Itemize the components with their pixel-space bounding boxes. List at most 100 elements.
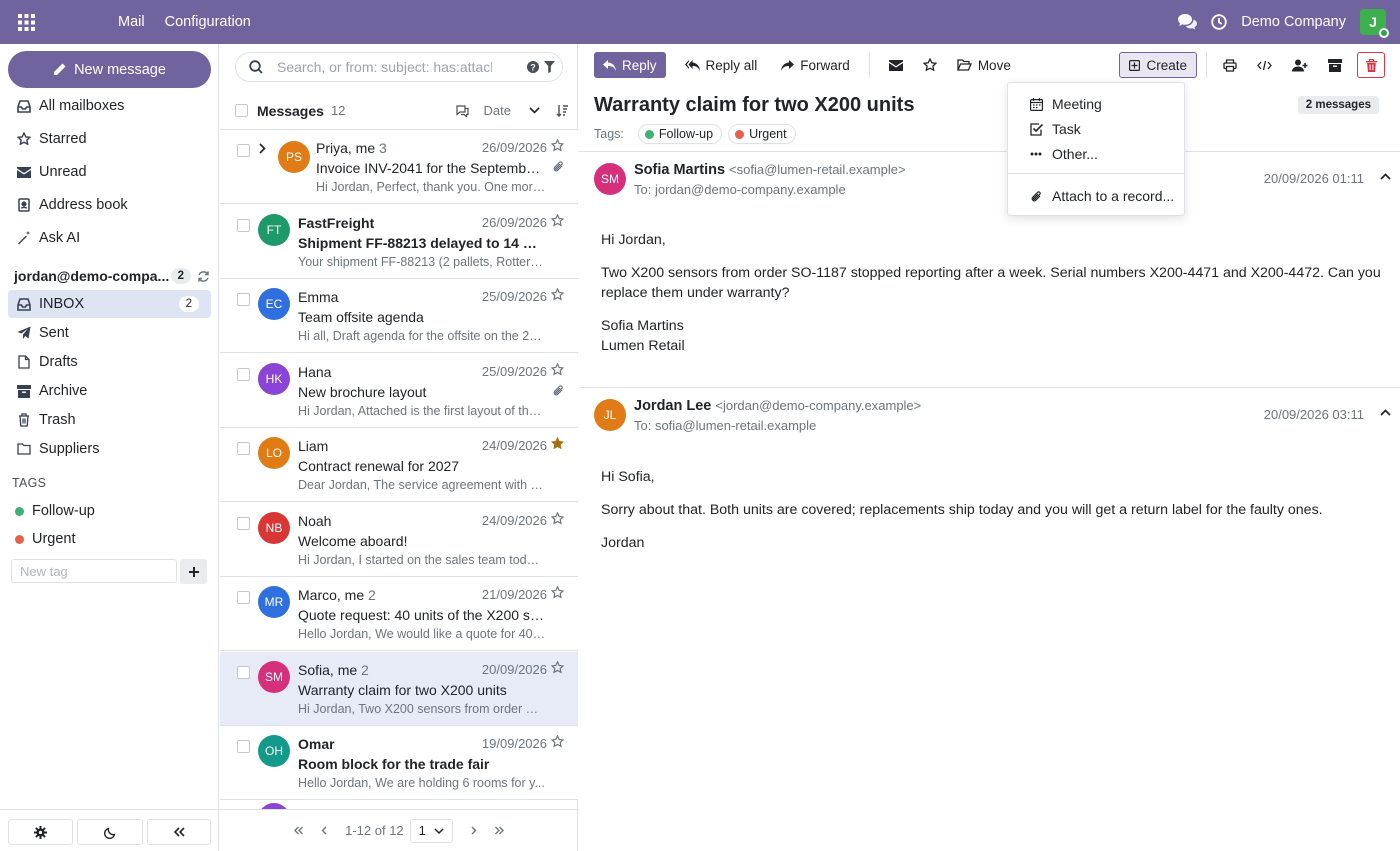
sidebar-item-suppliers[interactable]: Suppliers <box>8 435 211 463</box>
row-checkbox[interactable] <box>237 367 250 381</box>
message-row[interactable]: EC Emma 25/09/2026 Team offsite agenda Hi a… <box>220 279 578 353</box>
search-bar[interactable]: Search, or from: subject: has:attachm ? <box>235 52 563 82</box>
forward-button[interactable]: Forward <box>772 52 859 78</box>
menu-item-task[interactable]: Task <box>1029 119 1081 139</box>
message-row[interactable]: HK Hana 25/09/2026 New brochure layout Hi J… <box>220 353 578 428</box>
message-row[interactable]: NB Noah 24/09/2026 Welcome aboard! Hi Jorda… <box>220 502 578 577</box>
help-icon[interactable]: ? <box>527 61 539 73</box>
thread-count: 2 <box>361 661 369 678</box>
add-contact-button[interactable] <box>1283 52 1317 78</box>
reply-button[interactable]: Reply <box>594 52 666 78</box>
menu-item-other[interactable]: Other... <box>1029 144 1098 164</box>
sidebar-item-sent[interactable]: Sent <box>8 319 211 347</box>
app-grid-icon[interactable] <box>0 0 52 44</box>
add-tag-button[interactable] <box>180 559 207 584</box>
new-message-button[interactable]: New message <box>8 51 211 88</box>
view-source-button[interactable] <box>1248 52 1281 78</box>
message-row[interactable]: LO Liam 24/09/2026 Contract renewal for 20… <box>220 428 578 502</box>
row-checkbox[interactable] <box>237 591 250 604</box>
user-avatar[interactable]: J <box>1360 9 1389 38</box>
menu-configuration[interactable]: Configuration <box>165 14 251 30</box>
sidebar-item-unread[interactable]: Unread <box>8 158 211 186</box>
message-row[interactable]: OH Omar 19/09/2026 Room block for the trad… <box>220 726 578 800</box>
row-checkbox[interactable] <box>237 740 250 753</box>
message-row[interactable]: MR Marco, me 2 21/09/2026 Quote request: 40… <box>220 577 578 651</box>
star-icon[interactable] <box>551 362 564 376</box>
sidebar-item-ask-ai[interactable]: Ask AI <box>8 224 211 252</box>
refresh-icon[interactable] <box>197 270 210 283</box>
tag-urgent[interactable]: Urgent <box>728 124 796 144</box>
sort-field[interactable]: Date <box>484 103 511 118</box>
sidebar-tag-follow-up[interactable]: Follow-up <box>6 497 209 525</box>
select-all-checkbox[interactable] <box>235 104 248 117</box>
move-button[interactable]: Move <box>948 52 1020 78</box>
expand-thread-icon[interactable] <box>259 143 266 154</box>
menu-item-meeting[interactable]: Meeting <box>1029 94 1102 114</box>
star-icon[interactable] <box>551 511 564 525</box>
row-checkbox[interactable] <box>237 218 250 232</box>
clock-icon[interactable] <box>1211 14 1227 30</box>
row-checkbox[interactable] <box>237 665 250 679</box>
row-checkbox[interactable] <box>237 516 250 530</box>
menu-item-attach-to-record[interactable]: Attach to a record... <box>1029 186 1174 206</box>
star-icon[interactable] <box>551 586 564 599</box>
collapse-chevron-icon[interactable] <box>1380 173 1391 180</box>
chevron-down-icon[interactable] <box>529 107 540 114</box>
row-checkbox[interactable] <box>237 293 250 306</box>
star-icon[interactable] <box>551 735 564 748</box>
prev-page-icon[interactable] <box>321 826 327 835</box>
chat-icon[interactable] <box>1178 14 1198 30</box>
sidebar-item-starred[interactable]: Starred <box>8 125 211 153</box>
address-book-icon <box>17 198 31 212</box>
mark-unread-button[interactable] <box>880 52 912 78</box>
sidebar-item-inbox[interactable]: INBOX 2 <box>8 290 211 318</box>
star-icon[interactable] <box>551 139 564 152</box>
star-filled-icon[interactable] <box>551 437 564 450</box>
message-subject: Quote request: 40 units of the X200 sens… <box>298 607 546 623</box>
page-select[interactable]: 1 <box>409 818 453 843</box>
star-icon[interactable] <box>551 288 564 301</box>
archive-icon <box>1328 58 1342 72</box>
print-button[interactable] <box>1214 52 1246 78</box>
menu-mail[interactable]: Mail <box>118 14 145 30</box>
filter-icon[interactable] <box>544 61 555 73</box>
search-input[interactable]: Search, or from: subject: has:attachm <box>277 59 492 75</box>
sort-order-icon[interactable] <box>556 104 568 117</box>
star-icon[interactable] <box>551 213 564 227</box>
new-tag-input[interactable]: New tag <box>11 559 177 583</box>
message-row[interactable]: FT FastFreight 26/09/2026 Shipment FF-8821… <box>220 204 578 279</box>
delete-button[interactable] <box>1357 52 1385 78</box>
reply-all-button[interactable]: Reply all <box>676 52 767 78</box>
sidebar-item-trash[interactable]: Trash <box>8 406 211 434</box>
tag-follow-up[interactable]: Follow-up <box>637 124 723 144</box>
row-checkbox[interactable] <box>237 144 250 157</box>
message-row[interactable]: PS Priya, me 3 26/09/2026 Invoice INV-2041 … <box>220 130 578 204</box>
star-button[interactable] <box>914 52 946 78</box>
list-title: Messages <box>257 102 324 119</box>
thread-toggle-icon[interactable] <box>455 104 470 117</box>
account-header[interactable]: jordan@demo-compa... 2 <box>14 266 210 286</box>
sidebar-item-drafts[interactable]: Drafts <box>8 348 211 376</box>
top-navbar: Mail Configuration Demo Company J <box>0 0 1400 44</box>
last-page-icon[interactable] <box>494 826 504 835</box>
sidebar-item-all-mailboxes[interactable]: All mailboxes <box>8 92 211 120</box>
star-icon[interactable] <box>551 660 564 674</box>
create-button[interactable]: Create <box>1119 52 1197 78</box>
next-page-icon[interactable] <box>471 826 477 835</box>
sidebar-tag-urgent[interactable]: Urgent <box>6 525 209 553</box>
archive-button[interactable] <box>1319 52 1351 78</box>
message-row[interactable]: SM Sofia, me 2 20/09/2026 Warranty claim fo… <box>220 651 578 726</box>
row-checkbox[interactable] <box>237 442 250 455</box>
dark-mode-button[interactable] <box>77 819 143 845</box>
company-switcher[interactable]: Demo Company <box>1241 14 1346 30</box>
collapse-sidebar-button[interactable] <box>147 819 211 845</box>
message-header[interactable]: JL Jordan Lee <jordan@demo-company.exampl… <box>594 397 1394 437</box>
settings-button[interactable] <box>8 819 73 845</box>
message-subject: Invoice INV-2041 for the September ... <box>316 160 546 176</box>
first-page-icon[interactable] <box>294 826 304 835</box>
message-header[interactable]: SM Sofia Martins <sofia@lumen-retail.exam… <box>594 161 1394 201</box>
chevron-down-icon <box>434 827 444 834</box>
sidebar-item-address-book[interactable]: Address book <box>8 191 211 219</box>
sidebar-item-archive[interactable]: Archive <box>8 377 211 405</box>
collapse-chevron-icon[interactable] <box>1380 409 1391 416</box>
